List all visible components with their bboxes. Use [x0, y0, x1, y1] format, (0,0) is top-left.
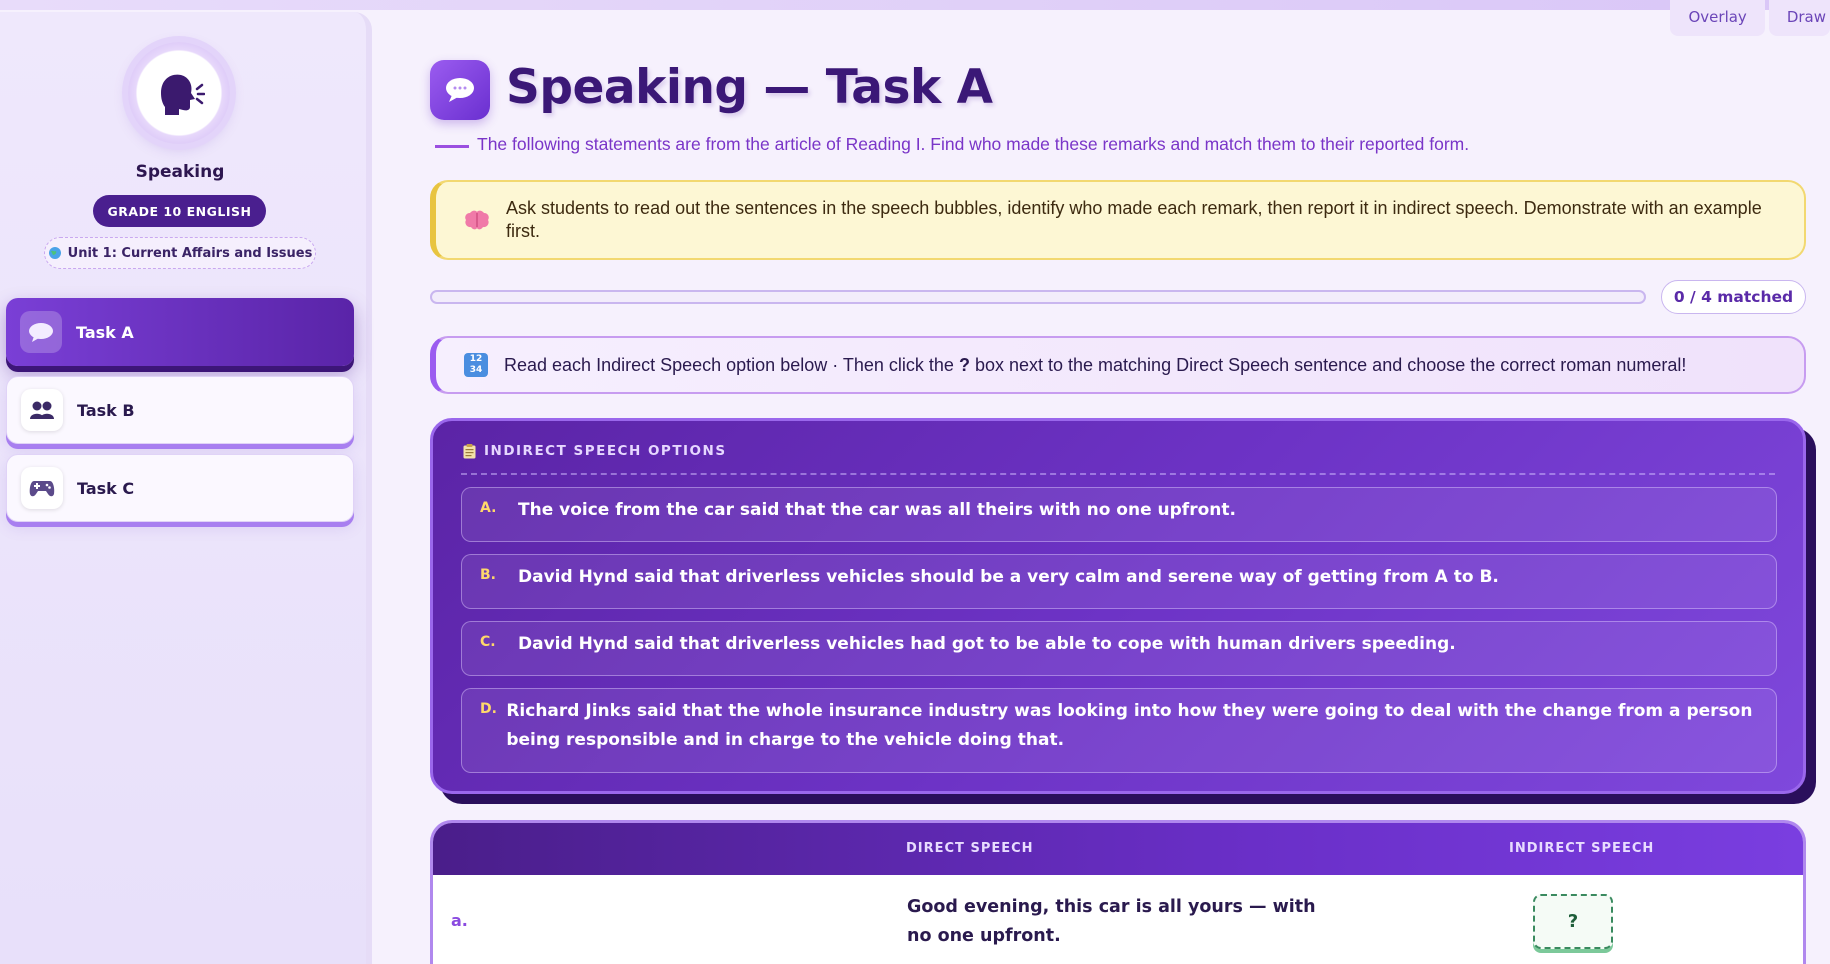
sidebar-item-task-a[interactable]: Task A: [6, 298, 354, 366]
progress-bar: [430, 290, 1646, 304]
overlay-button[interactable]: Overlay: [1670, 0, 1765, 36]
option-text: David Hynd said that driverless vehicles…: [518, 634, 1456, 654]
unit-pill: Unit 1: Current Affairs and Issues: [44, 237, 316, 269]
option-text: Richard Jinks said that the whole insura…: [506, 701, 1753, 750]
sidebar-item-label: Task C: [77, 478, 135, 498]
options-header: INDIRECT SPEECH OPTIONS: [463, 443, 727, 459]
options-header-label: INDIRECT SPEECH OPTIONS: [484, 443, 727, 459]
option-text: The voice from the car said that the car…: [518, 500, 1236, 520]
speaking-head-icon: [161, 74, 205, 115]
matching-table: DIRECT SPEECH INDIRECT SPEECH a. Good ev…: [430, 820, 1806, 964]
sidebar-item-task-c[interactable]: Task C: [6, 454, 354, 522]
speech-bubble-icon: [20, 311, 62, 353]
top-strip: [0, 0, 1830, 10]
avatar: [128, 42, 230, 144]
sidebar-item-label: Task B: [77, 400, 135, 420]
column-header-indirect: INDIRECT SPEECH: [1509, 841, 1655, 856]
subtitle-accent-line: [435, 145, 469, 148]
option-letter: B.: [480, 567, 496, 583]
page-title: Speaking — Task A: [506, 60, 993, 115]
progress-counter: 0 / 4 matched: [1661, 280, 1806, 314]
table-header: DIRECT SPEECH INDIRECT SPEECH: [433, 823, 1803, 875]
direct-speech-text: Good evening, this car is all yours — wi…: [907, 897, 1316, 946]
option-b: B. David Hynd said that driverless vehic…: [461, 554, 1777, 609]
speech-bubble-icon: [430, 60, 490, 120]
sidebar: Speaking GRADE 10 ENGLISH Unit 1: Curren…: [0, 12, 372, 964]
numbers-icon: 12 34: [464, 353, 488, 377]
page-subtitle: The following statements are from the ar…: [477, 134, 1470, 154]
teacher-note-text: Ask students to read out the sentences i…: [506, 198, 1762, 241]
column-header-direct: DIRECT SPEECH: [906, 841, 1034, 856]
clipboard-icon: [463, 443, 476, 458]
instruction-text: Read each Indirect Speech option below ·…: [504, 354, 1687, 375]
grade-badge: GRADE 10 ENGLISH: [93, 195, 266, 227]
option-letter: A.: [480, 500, 497, 516]
sidebar-title: Speaking: [135, 162, 225, 182]
instruction-banner: 12 34 Read each Indirect Speech option be…: [430, 336, 1806, 394]
option-a: A. The voice from the car said that the …: [461, 487, 1777, 542]
option-text: David Hynd said that driverless vehicles…: [518, 567, 1499, 587]
options-divider: [461, 473, 1775, 475]
sidebar-item-label: Task A: [76, 322, 134, 342]
brain-icon: [465, 210, 489, 230]
option-letter: C.: [480, 634, 496, 650]
option-c: C. David Hynd said that driverless vehic…: [461, 621, 1777, 676]
draw-button[interactable]: Draw: [1768, 0, 1830, 36]
teacher-note: Ask students to read out the sentences i…: [430, 180, 1806, 260]
people-icon: [21, 389, 63, 431]
sidebar-item-task-b[interactable]: Task B: [6, 376, 354, 444]
option-letter: D.: [480, 701, 497, 717]
topbar-tools: Overlay Draw: [1670, 0, 1830, 36]
option-d: D. Richard Jinks said that the whole ins…: [461, 688, 1777, 773]
indirect-speech-options-panel: INDIRECT SPEECH OPTIONS A. The voice fro…: [430, 418, 1806, 794]
globe-icon: [48, 247, 61, 259]
row-label: a.: [451, 911, 468, 930]
unit-label: Unit 1: Current Affairs and Issues: [67, 245, 313, 261]
gamepad-icon: [21, 467, 63, 509]
answer-slot[interactable]: ?: [1533, 894, 1613, 949]
